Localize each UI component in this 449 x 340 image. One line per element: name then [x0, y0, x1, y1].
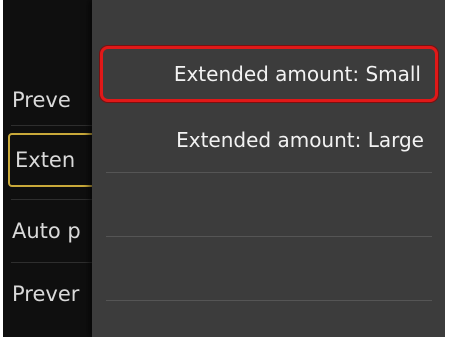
menu-divider — [11, 262, 103, 263]
option-extended-small[interactable]: Extended amount: Small — [100, 46, 438, 102]
option-extended-large[interactable]: Extended amount: Large — [100, 112, 438, 168]
extended-amount-submenu: Extended amount: Small Extended amount: … — [92, 0, 445, 337]
settings-menu-background: Preve Exten Auto p Prever — [3, 0, 103, 337]
row-divider — [106, 172, 432, 173]
row-divider — [106, 236, 432, 237]
row-divider — [106, 300, 432, 301]
menu-divider — [11, 199, 103, 200]
menu-item-prevent-2: Prever — [12, 282, 80, 306]
menu-item-extended-copy: Exten — [8, 133, 103, 187]
printer-lcd-screen: Preve Exten Auto p Prever Extended amoun… — [3, 0, 445, 337]
menu-divider — [11, 125, 103, 126]
menu-item-prevent-1: Preve — [12, 88, 71, 112]
menu-item-auto: Auto p — [12, 219, 81, 243]
